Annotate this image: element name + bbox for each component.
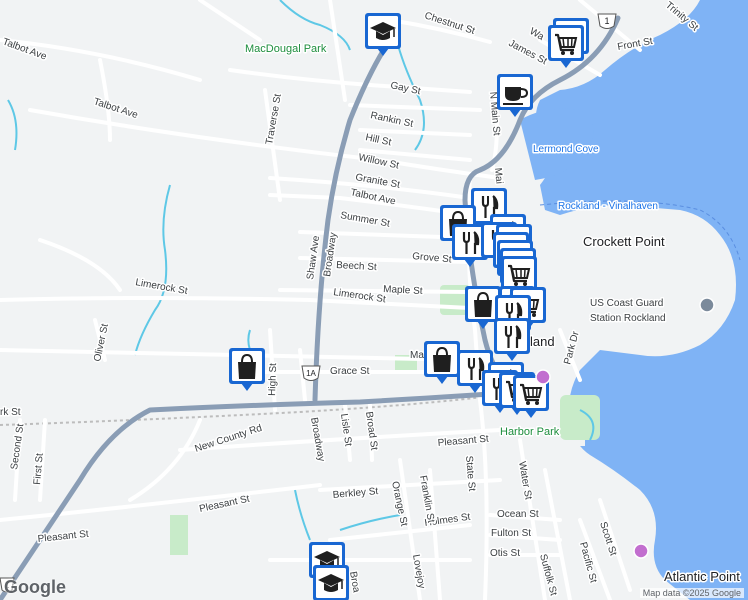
svg-text:Scott St: Scott St (597, 521, 618, 558)
svg-text:Second St: Second St (9, 423, 26, 470)
svg-text:Willow St: Willow St (357, 152, 400, 171)
svg-text:Pleasant St: Pleasant St (437, 434, 489, 449)
svg-text:Hill St: Hill St (364, 132, 392, 148)
school-marker[interactable] (365, 13, 401, 56)
svg-text:Talbot Ave: Talbot Ave (349, 187, 397, 207)
cove-label: Lermond Cove (533, 144, 599, 155)
svg-text:Fulton St: Fulton St (491, 528, 531, 539)
crockett-point-label: Crockett Point (583, 234, 665, 249)
ferry-label: Rockland - Vinalhaven (558, 201, 658, 212)
svg-text:Otis St: Otis St (490, 548, 520, 559)
svg-text:Water St: Water St (516, 461, 534, 501)
svg-text:Oliver St: Oliver St (92, 323, 111, 363)
attraction-marker[interactable] (633, 543, 649, 559)
park-area (170, 515, 188, 555)
svg-text:Summer St: Summer St (339, 210, 390, 230)
svg-text:Ma: Ma (410, 350, 424, 361)
svg-text:Limerock St: Limerock St (134, 277, 188, 297)
coast-guard-label-2: Station Rockland (590, 313, 666, 324)
svg-text:Talbot Ave: Talbot Ave (92, 96, 140, 121)
park-area (560, 395, 600, 440)
svg-text:Beech St: Beech St (336, 260, 377, 273)
map-attribution: Map data ©2025 Google (639, 588, 744, 598)
coast-guard-label: US Coast Guard (590, 298, 663, 309)
coast-guard-marker[interactable] (699, 297, 715, 313)
rockland-label: land (530, 334, 555, 349)
svg-text:Ocean St: Ocean St (497, 509, 539, 520)
svg-text:Gay St: Gay St (389, 80, 421, 97)
svg-text:1A: 1A (306, 369, 316, 378)
route-shield: 1A (301, 365, 321, 381)
svg-text:Rankin St: Rankin St (369, 110, 414, 130)
shopping-marker[interactable] (424, 341, 460, 384)
park-label: MacDougal Park (245, 43, 327, 55)
svg-text:Maple St: Maple St (383, 284, 423, 297)
shopping-marker[interactable] (229, 348, 265, 391)
svg-text:Mai: Mai (492, 167, 504, 184)
svg-text:rk St: rk St (0, 407, 21, 418)
harbor-park-label: Harbor Park (500, 426, 560, 438)
svg-text:New County Rd: New County Rd (194, 423, 264, 455)
svg-text:First St: First St (32, 453, 46, 486)
map-canvas[interactable]: 1 1A 1 MacDougal Park Lermond Cove Rockl… (0, 0, 748, 600)
svg-text:High St: High St (267, 363, 279, 396)
google-logo: Google (4, 577, 66, 597)
svg-text:State St: State St (463, 455, 477, 492)
svg-text:Grace St: Grace St (330, 366, 370, 377)
route-shield: 1 (597, 13, 617, 29)
school-marker[interactable] (313, 565, 349, 600)
svg-text:Talbot Ave: Talbot Ave (1, 36, 48, 62)
svg-text:Lisle St: Lisle St (338, 413, 353, 447)
svg-text:Broad St: Broad St (363, 411, 379, 451)
restaurant-marker[interactable] (494, 318, 530, 361)
museum-marker[interactable] (535, 369, 551, 385)
atlantic-point-label: Atlantic Point (664, 569, 740, 584)
svg-text:Grove St: Grove St (412, 251, 452, 265)
svg-text:1: 1 (604, 16, 609, 26)
svg-text:Broa: Broa (347, 571, 362, 594)
